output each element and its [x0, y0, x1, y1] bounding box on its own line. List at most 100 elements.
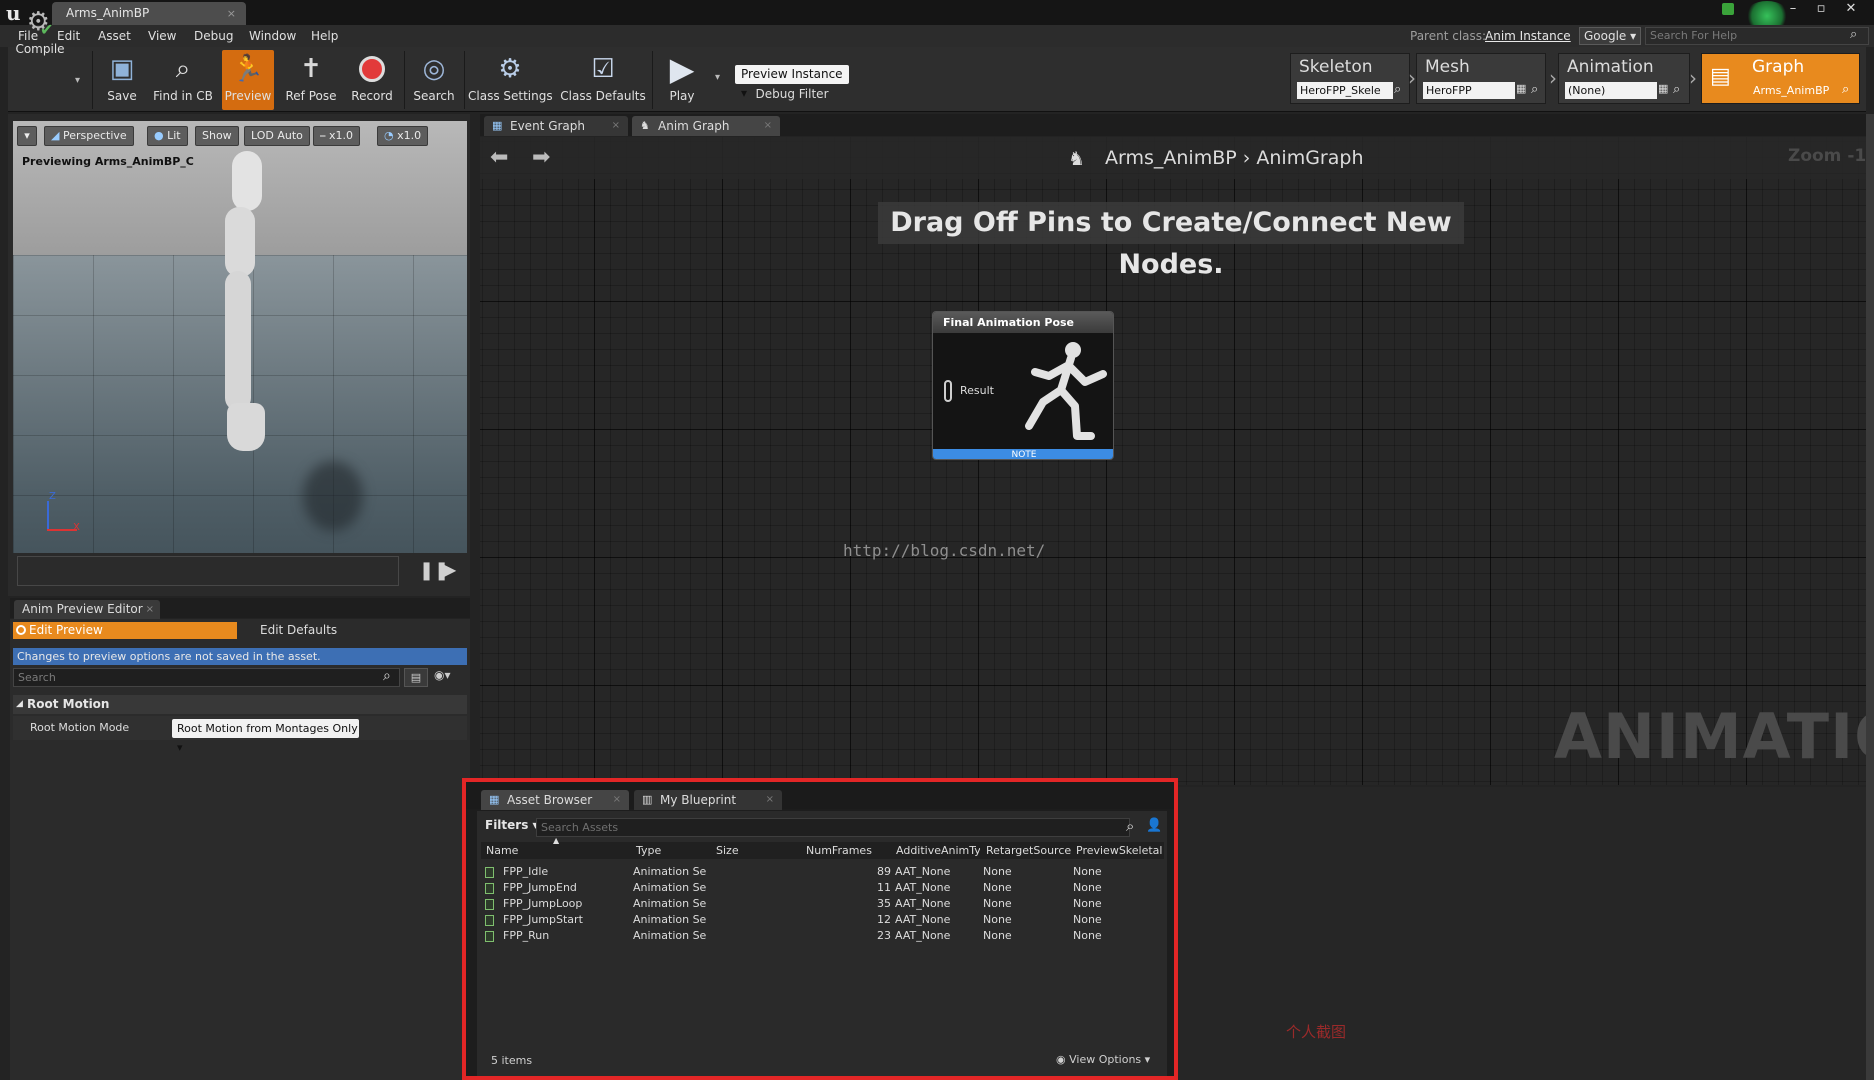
- search-button[interactable]: ◎ Search: [408, 50, 460, 110]
- root-motion-mode-label: Root Motion Mode: [30, 721, 130, 734]
- mode-mesh-search-icon[interactable]: ⌕: [1531, 82, 1538, 97]
- mode-chevron-icon: ›: [1689, 66, 1697, 90]
- graph-hint-banner: Drag Off Pins to Create/Connect New Node…: [878, 202, 1464, 280]
- mode-animation-title: Animation: [1567, 57, 1654, 77]
- graph-breadcrumb[interactable]: Arms_AnimBP › AnimGraph: [1105, 147, 1364, 169]
- lit-label: Lit: [167, 129, 181, 142]
- title-bar: [0, 0, 1874, 25]
- viewport-options-dropdown[interactable]: ▾: [17, 126, 37, 146]
- back-arrow-icon[interactable]: ⬅: [490, 145, 508, 170]
- close-tab-icon[interactable]: ×: [227, 2, 236, 25]
- final-animation-pose-node[interactable]: Final Animation Pose Result NOTE: [932, 311, 1114, 460]
- find-in-cb-button[interactable]: ⌕ Find in CB: [150, 50, 216, 110]
- mode-animation-search-icon[interactable]: ⌕: [1673, 82, 1680, 97]
- z-axis-gizmo: [47, 501, 49, 531]
- toolbar-separator: [92, 51, 93, 109]
- event-graph-icon: ▦: [492, 119, 503, 132]
- root-motion-mode-dropdown[interactable]: Root Motion from Montages Only ▾: [172, 719, 359, 754]
- result-pose-pin[interactable]: [944, 380, 952, 402]
- search-engine-dropdown[interactable]: Google ▾: [1579, 27, 1641, 45]
- debug-filter-label: Debug Filter: [755, 87, 829, 101]
- class-settings-button[interactable]: ⚙ Class Settings: [468, 50, 553, 110]
- mode-animation[interactable]: Animation (None) ▦ ⌕: [1558, 53, 1690, 104]
- mode-mesh[interactable]: Mesh HeroFPP ▦ ⌕: [1416, 53, 1546, 104]
- node-title: Final Animation Pose: [933, 312, 1113, 333]
- running-mannequin-icon: [1015, 336, 1111, 446]
- mode-mesh-grid-icon[interactable]: ▦: [1516, 82, 1526, 95]
- timeline-scrubber[interactable]: [17, 556, 399, 586]
- preview-options-note: Changes to preview options are not saved…: [13, 648, 467, 665]
- parent-class-link[interactable]: Anim Instance: [1485, 29, 1571, 43]
- root-motion-category[interactable]: ◢ Root Motion: [13, 695, 467, 714]
- perspective-dropdown[interactable]: ◢ Perspective: [44, 126, 134, 146]
- step-forward-icon[interactable]: ▶: [444, 560, 456, 579]
- playback-speed-dropdown[interactable]: ⎯ x1.0: [313, 126, 361, 146]
- tab-anim-graph[interactable]: ♞ Anim Graph ×: [632, 116, 780, 136]
- record-button[interactable]: Record: [346, 50, 398, 110]
- property-matrix-icon[interactable]: ▤: [404, 668, 428, 687]
- class-defaults-button[interactable]: ☑ Class Defaults: [560, 50, 646, 110]
- debug-object-dropdown[interactable]: Preview Instance ▾: [735, 65, 849, 100]
- search-icon[interactable]: ⌕: [1850, 27, 1857, 42]
- anim-graph-icon: ♞: [640, 119, 650, 132]
- forward-arrow-icon[interactable]: ➡: [532, 145, 550, 170]
- menu-view[interactable]: View: [148, 25, 176, 47]
- screenshot-note: 个人截图: [1286, 1023, 1347, 1041]
- close-window-button[interactable]: ✕: [1838, 0, 1864, 20]
- mode-skeleton-search-icon[interactable]: ⌕: [1394, 82, 1401, 97]
- root-motion-category-label: Root Motion: [27, 697, 110, 711]
- show-dropdown[interactable]: Show: [195, 126, 239, 146]
- source-control-icon[interactable]: [1722, 3, 1734, 15]
- visibility-eye-icon[interactable]: ◉▾: [434, 668, 451, 682]
- perspective-icon: ◢: [51, 129, 63, 142]
- class-settings-label: Class Settings: [468, 89, 553, 103]
- collapse-triangle-icon[interactable]: ◢: [16, 695, 23, 714]
- node-note-bar: NOTE: [933, 449, 1113, 459]
- camera-speed-dropdown[interactable]: ◔ x1.0: [377, 126, 429, 146]
- search-label: Search: [413, 89, 455, 103]
- lod-dropdown[interactable]: LOD Auto: [244, 126, 310, 146]
- toolbar-separator: [464, 51, 465, 109]
- close-tab-icon[interactable]: ×: [612, 116, 620, 136]
- edit-defaults-radio[interactable]: Edit Defaults: [260, 622, 337, 639]
- x-axis-label: X: [73, 522, 80, 533]
- details-search-input[interactable]: Search: [13, 668, 400, 687]
- menu-asset[interactable]: Asset: [98, 25, 131, 47]
- compile-options-chevron-icon[interactable]: ▾: [75, 75, 80, 86]
- anim-preview-editor-tab-label: Anim Preview Editor: [22, 602, 143, 616]
- maximize-button[interactable]: ▫: [1808, 0, 1834, 20]
- menu-help[interactable]: Help: [311, 25, 338, 47]
- lit-sphere-icon: ●: [154, 129, 168, 142]
- lit-dropdown[interactable]: ● Lit: [147, 126, 188, 146]
- save-label: Save: [107, 89, 137, 103]
- mode-mesh-value: HeroFPP: [1423, 82, 1515, 99]
- play-button[interactable]: ▶ Play: [656, 50, 708, 110]
- mode-mesh-title: Mesh: [1425, 57, 1470, 77]
- close-tab-icon[interactable]: ×: [146, 600, 154, 619]
- tab-event-graph[interactable]: ▦ Event Graph ×: [484, 116, 628, 136]
- save-button[interactable]: ▣ Save: [96, 50, 148, 110]
- compile-button[interactable]: ⚙ ✔ Compile: [12, 3, 68, 63]
- arm-hand: [227, 403, 265, 451]
- result-pin-label: Result: [960, 384, 994, 397]
- play-label: Play: [669, 89, 695, 103]
- menu-window[interactable]: Window: [249, 25, 296, 47]
- edit-preview-radio[interactable]: Edit Preview: [13, 622, 237, 639]
- camera-speed-label: x1.0: [397, 129, 422, 142]
- preview-button[interactable]: 🏃 Preview: [222, 50, 274, 110]
- document-tab[interactable]: Arms_AnimBP ×: [52, 2, 246, 25]
- play-options-chevron-icon[interactable]: ▾: [715, 72, 720, 83]
- help-search-input[interactable]: Search For Help: [1645, 27, 1869, 45]
- mode-animation-grid-icon[interactable]: ▦: [1658, 82, 1668, 95]
- ref-pose-button[interactable]: ✝ Ref Pose: [280, 50, 342, 110]
- close-tab-icon[interactable]: ×: [764, 116, 772, 136]
- arm-elbow: [225, 207, 255, 277]
- anim-preview-editor-tab[interactable]: Anim Preview Editor ×: [14, 600, 160, 619]
- mode-skeleton[interactable]: Skeleton HeroFPP_Skele ⌕: [1290, 53, 1410, 104]
- mode-graph[interactable]: ▤ Graph Arms_AnimBP ⌕: [1701, 53, 1860, 104]
- right-scrollbar[interactable]: [1866, 114, 1874, 1080]
- menu-debug[interactable]: Debug: [194, 25, 233, 47]
- class-settings-gear-icon: ⚙: [498, 54, 522, 84]
- preview-viewport[interactable]: Z X: [13, 121, 467, 556]
- mode-graph-search-icon[interactable]: ⌕: [1842, 82, 1849, 97]
